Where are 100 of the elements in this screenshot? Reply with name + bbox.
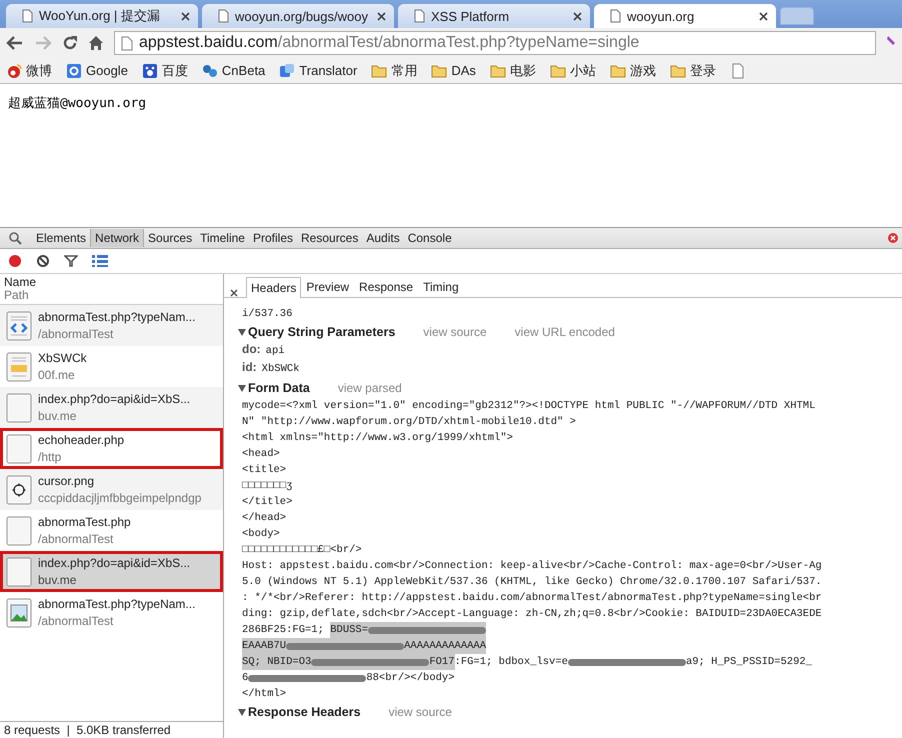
form-data-text: □□□□□□□ʒ bbox=[242, 479, 292, 494]
bookmark[interactable]: CnBeta bbox=[202, 62, 266, 78]
form-data-text: 6 bbox=[242, 671, 248, 686]
request-row[interactable]: XbSWCk 00f.me bbox=[0, 346, 223, 387]
form-data-text: ding: gzip,deflate,sdch<br/>Accept-Language: zh-CN,zh;q=0.8<br/>Cookie: BAIDUID=23DA0ECA3EDE bbox=[242, 607, 822, 622]
panel-tab[interactable]: Timeline bbox=[196, 229, 249, 247]
search-icon[interactable] bbox=[8, 231, 22, 245]
form-data-text: BDUSS= bbox=[330, 622, 368, 638]
column-header[interactable]: Path bbox=[4, 289, 219, 302]
form-data-text: EAAAB7U bbox=[242, 638, 286, 654]
bookmark-icon bbox=[6, 62, 22, 78]
request-row[interactable]: cursor.png cccpiddacjljmfbbgeimpelpndgp bbox=[0, 469, 223, 510]
request-name: XbSWCk bbox=[38, 350, 87, 366]
triangle-down-icon bbox=[238, 328, 246, 336]
panel-tab[interactable]: Resources bbox=[297, 229, 362, 247]
form-data-text: Host: appstest.baidu.com<br/>Connection: keep-alive<br/>Cache-Control: max-age=0<br/>User-Ag bbox=[242, 559, 822, 574]
browser-tab[interactable]: XSS Platform bbox=[398, 4, 590, 28]
request-row[interactable]: echoheader.php /http bbox=[0, 428, 223, 469]
form-data-text: <head> bbox=[242, 447, 280, 462]
address-bar[interactable]: appstest.baidu.com/abnormalTest/abnormaTest.php?typeName=single bbox=[114, 31, 876, 55]
section-toggle[interactable]: Response Headers bbox=[238, 705, 361, 719]
bookmark-folder[interactable]: 小站 bbox=[550, 62, 596, 80]
detail-tab[interactable]: Preview bbox=[301, 276, 354, 297]
bookmark-icon bbox=[279, 62, 296, 78]
section-toggle[interactable]: Query String Parameters bbox=[238, 325, 396, 339]
panel-tab[interactable]: Network bbox=[90, 229, 144, 247]
record-icon[interactable] bbox=[8, 254, 22, 268]
browser-tab[interactable]: WooYun.org | 提交漏 bbox=[6, 4, 198, 28]
panel-tab[interactable]: Audits bbox=[362, 229, 404, 247]
bookmark-folder[interactable]: 常用 bbox=[371, 62, 418, 80]
view-link[interactable]: view parsed bbox=[338, 381, 402, 395]
folder-icon bbox=[431, 62, 448, 78]
detail-tab[interactable]: Headers bbox=[246, 277, 302, 298]
close-icon[interactable] bbox=[888, 233, 898, 243]
panel-tab[interactable]: Elements bbox=[32, 229, 90, 247]
form-data-text: FO17 bbox=[429, 654, 455, 670]
panel-tab[interactable]: Profiles bbox=[248, 229, 297, 247]
back-icon[interactable] bbox=[6, 35, 24, 51]
request-path: buv.me bbox=[38, 408, 78, 424]
panel-tab[interactable]: Console bbox=[404, 229, 456, 247]
request-row[interactable]: abnormaTest.php?typeNam... /abnormalTest bbox=[0, 592, 223, 633]
bookmark-folder[interactable]: 登录 bbox=[670, 62, 716, 80]
list-icon[interactable] bbox=[92, 255, 108, 267]
file-icon bbox=[6, 556, 32, 586]
detail-tab[interactable]: Response bbox=[354, 276, 418, 297]
page-icon bbox=[218, 9, 229, 23]
form-data-text: <html xmlns="http://www.w3.org/1999/xhtml"> bbox=[242, 431, 513, 446]
form-data-text: SQ; NBID=O3 bbox=[242, 654, 312, 670]
bookmark[interactable]: Translator bbox=[279, 62, 358, 78]
detail-tab[interactable]: Timing bbox=[418, 276, 464, 297]
request-row[interactable]: index.php?do=api&id=XbS... buv.me bbox=[0, 551, 223, 592]
close-icon[interactable] bbox=[573, 12, 582, 20]
request-row[interactable]: abnormaTest.php?typeNam... /abnormalTest bbox=[0, 305, 223, 346]
view-link[interactable]: view source bbox=[388, 705, 452, 719]
bookmark-folder[interactable]: 游戏 bbox=[610, 62, 656, 80]
param-key: do: bbox=[242, 342, 261, 356]
request-name: echoheader.php bbox=[38, 432, 124, 448]
cursor-file-icon bbox=[6, 474, 32, 504]
image-file-icon bbox=[6, 598, 32, 628]
column-header[interactable]: Name bbox=[4, 276, 219, 289]
bookmark-folder[interactable]: 电影 bbox=[490, 62, 536, 80]
close-icon[interactable] bbox=[377, 12, 386, 20]
request-row[interactable]: abnormaTest.php /abnormalTest bbox=[0, 510, 223, 551]
page-icon[interactable] bbox=[730, 62, 746, 78]
request-path: cccpiddacjljmfbbgeimpelpndgp bbox=[38, 490, 202, 506]
folder-icon bbox=[371, 62, 388, 78]
browser-tab[interactable]: wooyun.org/bugs/wooy bbox=[202, 4, 394, 28]
clear-icon[interactable] bbox=[36, 254, 50, 268]
panel-tab[interactable]: Sources bbox=[144, 229, 196, 247]
form-data-text: </head> bbox=[242, 511, 286, 526]
bookmark[interactable]: 百度 bbox=[142, 62, 188, 80]
page-icon bbox=[414, 9, 425, 23]
request-row[interactable]: index.php?do=api&id=XbS... buv.me bbox=[0, 387, 223, 428]
request-name: abnormaTest.php?typeNam... bbox=[38, 596, 196, 612]
request-path: /abnormalTest bbox=[38, 530, 114, 548]
bookmark[interactable]: Google bbox=[66, 62, 128, 78]
bookmark-icon bbox=[202, 62, 218, 78]
folder-icon bbox=[610, 62, 626, 78]
form-data-text: 5.0 (Windows NT 5.1) AppleWebKit/537.36 (KHTML, like Gecko) Chrome/32.0.1700.107 Safari/537. bbox=[242, 575, 822, 590]
status-text: 8 requests | 5.0KB transferred bbox=[0, 721, 223, 738]
section-toggle[interactable]: Form Data bbox=[238, 381, 310, 395]
close-icon[interactable] bbox=[230, 289, 238, 297]
close-icon[interactable] bbox=[759, 12, 768, 20]
triangle-down-icon bbox=[238, 708, 246, 716]
browser-tab[interactable]: wooyun.org bbox=[594, 4, 776, 28]
request-path: /http bbox=[38, 448, 62, 466]
reload-icon[interactable] bbox=[62, 35, 78, 51]
view-link[interactable]: view URL encoded bbox=[514, 325, 615, 339]
file-icon bbox=[6, 516, 32, 546]
form-data-text: 286BF25:FG=1; bbox=[242, 623, 325, 638]
bookmark-folder[interactable]: DAs bbox=[431, 62, 476, 78]
bookmark[interactable]: 微博 bbox=[6, 62, 52, 80]
request-name: index.php?do=api&id=XbS... bbox=[38, 554, 190, 572]
close-icon[interactable] bbox=[181, 12, 190, 20]
form-data-text: </html> bbox=[242, 687, 286, 702]
view-link[interactable]: view source bbox=[423, 325, 487, 339]
filter-icon[interactable] bbox=[64, 254, 78, 268]
request-path: 00f.me bbox=[38, 366, 76, 384]
form-data-text: AAAAAAAAAAAAA bbox=[404, 638, 486, 654]
home-icon[interactable] bbox=[88, 35, 104, 51]
